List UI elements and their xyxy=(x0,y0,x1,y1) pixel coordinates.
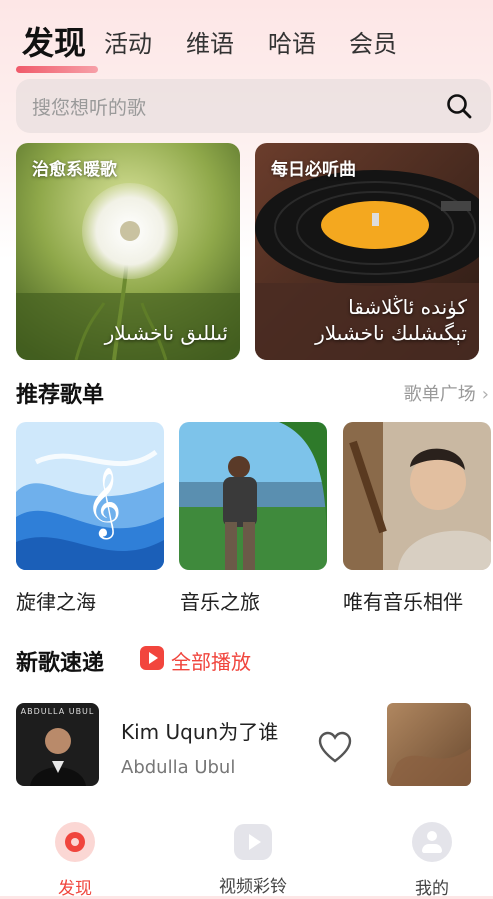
tab-activity[interactable]: 活动 xyxy=(104,24,152,59)
playlist-title[interactable]: 旋律之海 xyxy=(16,586,96,615)
nav-discover[interactable]: 发现 xyxy=(20,822,130,899)
tab-kazakh[interactable]: 哈语 xyxy=(268,24,316,59)
profile-icon xyxy=(412,822,452,862)
search-icon[interactable] xyxy=(445,92,473,120)
song-cover[interactable] xyxy=(387,703,471,786)
top-tab-bar: 发现 活动 维语 哈语 会员 xyxy=(0,14,493,73)
playlist-square-label: 歌单广场 xyxy=(403,384,476,405)
video-play-icon xyxy=(234,824,272,860)
hiker-image xyxy=(179,422,327,570)
banner-daily-must-listen[interactable]: 每日必听曲 كۈندە ئاڭلاشقا تېگىشلىك ناخشىلار xyxy=(255,143,479,360)
search-bar[interactable]: 搜您想听的歌 xyxy=(16,79,491,133)
song-cover[interactable]: ABDULLA UBUL xyxy=(16,703,99,786)
playlist-title[interactable]: 唯有音乐相伴 xyxy=(343,586,463,615)
nav-label: 发现 xyxy=(58,879,92,899)
playlist-cover[interactable] xyxy=(179,422,327,570)
play-all-label: 全部播放 xyxy=(171,650,251,674)
nav-video-ringtone[interactable]: 视频彩铃 xyxy=(198,822,308,897)
playlist-cover[interactable]: 𝄞 xyxy=(16,422,164,570)
banner-subtitle: ئىللىق ناخشىلار xyxy=(104,321,228,345)
heart-icon[interactable] xyxy=(317,730,353,766)
song-artist: Abdulla Ubul xyxy=(121,757,236,778)
playlist-cover[interactable] xyxy=(343,422,491,570)
playlist-title[interactable]: 音乐之旅 xyxy=(180,586,260,615)
search-input[interactable]: 搜您想听的歌 xyxy=(32,93,146,120)
chevron-right-icon: › xyxy=(481,384,489,405)
recommend-section-title: 推荐歌单 xyxy=(16,383,105,408)
banner-title: 治愈系暖歌 xyxy=(32,160,117,180)
discover-icon xyxy=(55,822,95,862)
tab-discover[interactable]: 发现 xyxy=(22,18,86,64)
song-title[interactable]: Kim Uqun为了谁 xyxy=(121,716,278,745)
tab-vip[interactable]: 会员 xyxy=(349,24,397,59)
active-tab-underline xyxy=(16,66,98,73)
nav-profile[interactable]: 我的 xyxy=(377,822,487,899)
album-art-image xyxy=(387,703,471,786)
playlist-square-link[interactable]: 歌单广场 › xyxy=(404,380,489,406)
banner-title: 每日必听曲 xyxy=(271,160,356,180)
svg-text:𝄞: 𝄞 xyxy=(86,467,121,539)
tab-uyghur[interactable]: 维语 xyxy=(186,24,234,59)
guitar-man-image xyxy=(343,422,491,570)
music-wave-image: 𝄞 xyxy=(16,422,164,570)
nav-label: 视频彩铃 xyxy=(219,877,287,897)
new-songs-section-title: 新歌速递 xyxy=(16,651,105,676)
banner-subtitle: كۈندە ئاڭلاشقا تېگىشلىك ناخشىلار xyxy=(315,295,467,345)
cover-artist-text: ABDULLA UBUL xyxy=(20,707,95,716)
play-icon xyxy=(140,646,164,670)
nav-label: 我的 xyxy=(415,879,449,899)
banner-healing-songs[interactable]: 治愈系暖歌 ئىللىق ناخشىلار xyxy=(16,143,240,360)
